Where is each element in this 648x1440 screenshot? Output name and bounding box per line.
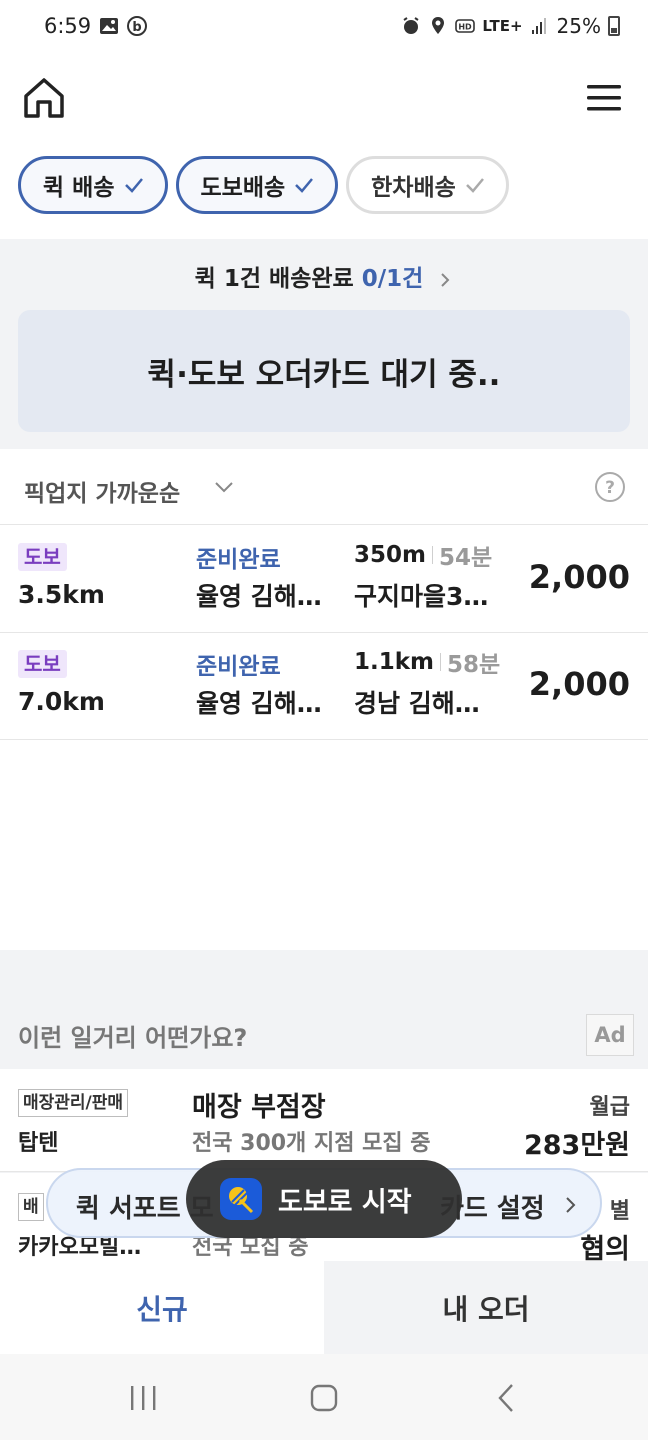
system-nav-bar — [0, 1354, 648, 1440]
battery-icon — [608, 16, 620, 36]
svg-text:?: ? — [605, 478, 615, 498]
battery-percent: 25% — [556, 14, 601, 38]
job-title: 매장 부점장 — [192, 1092, 326, 1123]
filter-chip-walk[interactable]: 도보배송 — [175, 156, 339, 214]
svg-text:b: b — [132, 20, 141, 35]
order-status: 준비완료 — [196, 547, 281, 573]
order-minutes: 58분 — [447, 652, 501, 678]
order-distance: 7.0km — [18, 687, 105, 716]
location-icon — [432, 17, 445, 34]
chevron-right-icon — [441, 272, 450, 287]
sort-row: 픽업지 가까운순 ? — [0, 449, 648, 525]
job-company: 탑텐 — [18, 1131, 59, 1156]
order-destination: 구지마을3… — [354, 582, 489, 611]
ads-title: 이런 일거리 어떤가요? — [18, 1024, 248, 1052]
order-status: 준비완료 — [196, 654, 281, 680]
toast-label: 도보로 시작 — [278, 1186, 412, 1218]
check-icon — [465, 178, 484, 193]
delivery-type-filters: 퀵 배송 도보배송 한차배송 — [18, 156, 509, 214]
chevron-right-icon — [566, 1197, 576, 1213]
filter-chip-label: 도보배송 — [200, 175, 286, 201]
tab-new[interactable]: 신규 — [0, 1261, 324, 1354]
home-nav-icon[interactable] — [309, 1383, 339, 1413]
order-pickup: 율영 김해… — [196, 582, 322, 611]
order-pickup: 율영 김해… — [196, 689, 322, 718]
tab-my-orders[interactable]: 내 오더 — [324, 1261, 648, 1354]
hamburger-menu-icon[interactable] — [584, 78, 624, 118]
walker-icon — [229, 1187, 254, 1214]
back-icon[interactable] — [494, 1382, 518, 1414]
app-header — [0, 56, 648, 140]
job-description: 전국 300개 지점 모집 중 — [192, 1131, 431, 1156]
ad-badge: Ad — [586, 1014, 634, 1056]
order-pickup-distance: 1.1km — [354, 649, 435, 675]
job-pay-label: 별 — [609, 1199, 630, 1224]
order-price: 2,000 — [528, 558, 630, 596]
order-destination: 경남 김해… — [354, 689, 480, 718]
job-category: 매장관리/판매 — [18, 1089, 129, 1117]
filter-chip-label: 퀵 배송 — [43, 175, 115, 201]
divider — [431, 546, 433, 564]
chevron-down-icon[interactable] — [214, 480, 234, 494]
job-pay: 283만원 — [523, 1130, 630, 1161]
start-walk-toast[interactable]: 도보로 시작 — [186, 1160, 462, 1238]
app-logo-icon — [220, 1178, 262, 1220]
status-bar: 6:59 b HD LTE+ 25% — [0, 0, 648, 56]
job-pay-label: 월급 — [589, 1095, 630, 1120]
filter-chip-one-car[interactable]: 한차배송 — [346, 156, 509, 214]
job-ad-row[interactable]: 매장관리/판매 탑텐 매장 부점장 전국 300개 지점 모집 중 월급 283… — [0, 1069, 648, 1172]
filter-chip-label: 한차배송 — [371, 175, 456, 201]
status-time: 6:59 — [44, 14, 92, 38]
order-type-badge: 도보 — [18, 650, 67, 678]
delivery-summary-panel: 퀵 1건 배송완료 0/1건 퀵·도보 오더카드 대기 중.. — [0, 239, 648, 449]
sort-dropdown[interactable]: 픽업지 가까운순 — [24, 474, 180, 508]
network-label: LTE+ — [482, 17, 523, 35]
check-icon — [295, 178, 314, 193]
order-price: 2,000 — [528, 665, 630, 703]
summary-count: 0/1건 — [361, 266, 424, 292]
order-row[interactable]: 도보 3.5km 준비완료 율영 김해… 350m 54분 구지마을3… 2,0… — [0, 526, 648, 633]
order-distance: 3.5km — [18, 580, 105, 609]
bottom-tab-bar: 신규 내 오더 — [0, 1261, 648, 1354]
recent-apps-icon[interactable] — [128, 1384, 158, 1412]
help-icon[interactable]: ? — [594, 471, 626, 503]
order-type-badge: 도보 — [18, 543, 67, 571]
home-icon[interactable] — [20, 74, 68, 122]
alarm-icon — [403, 17, 419, 34]
app-b-icon: b — [127, 16, 147, 36]
order-card-waiting: 퀵·도보 오더카드 대기 중.. — [18, 310, 630, 432]
order-minutes: 54분 — [438, 545, 493, 571]
divider — [440, 653, 442, 671]
check-icon — [124, 178, 143, 193]
gallery-icon — [100, 18, 118, 34]
order-row[interactable]: 도보 7.0km 준비완료 율영 김해… 1.1km 58분 경남 김해… 2,… — [0, 633, 648, 740]
signal-icon — [531, 18, 546, 34]
order-pickup-distance: 350m — [354, 542, 426, 568]
summary-text: 퀵 1건 배송완료 — [194, 266, 354, 292]
svg-text:HD: HD — [459, 23, 473, 32]
delivery-summary-link[interactable]: 퀵 1건 배송완료 0/1건 — [0, 259, 648, 293]
filter-chip-quick[interactable]: 퀵 배송 — [18, 156, 168, 214]
job-category: 배 — [18, 1193, 44, 1221]
hd-voice-icon: HD — [455, 19, 476, 33]
